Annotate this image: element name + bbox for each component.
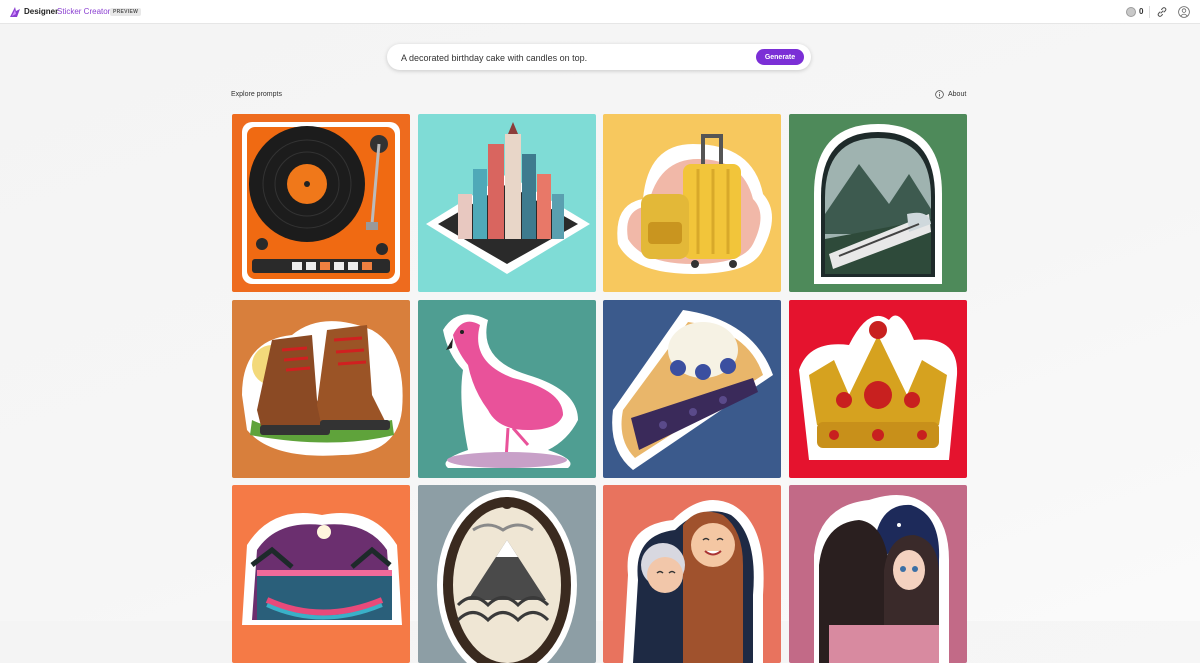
about-link[interactable]: About: [935, 90, 966, 99]
blueberry-pie-sticker-image: [603, 300, 781, 478]
boost-coin-icon[interactable]: [1126, 7, 1136, 17]
share-link-icon[interactable]: [1156, 6, 1168, 18]
sticker-tile-crown[interactable]: [789, 300, 967, 478]
sticker-tile-hammock-sunset[interactable]: [232, 485, 410, 663]
divider: [1149, 6, 1150, 18]
turntable-sticker-image: [232, 114, 410, 292]
boost-count: 0: [1139, 7, 1144, 16]
info-icon: [935, 90, 944, 99]
hiking-boots-sticker-image: [232, 300, 410, 478]
isometric-city-sticker-image: [418, 114, 596, 292]
preview-badge: PREVIEW: [110, 8, 142, 16]
sticker-tile-mountain-wave-medallion[interactable]: [418, 485, 596, 663]
mountain-train-sticker-image: [789, 114, 967, 292]
prompt-bar: Generate: [387, 44, 811, 72]
top-bar: Designer Sticker Creator PREVIEW 0: [0, 0, 1200, 24]
hammock-sunset-sticker-image: [232, 485, 410, 663]
product-name[interactable]: Sticker Creator: [57, 7, 110, 16]
sticker-tile-turntable[interactable]: [232, 114, 410, 292]
luggage-sticker-image: [603, 114, 781, 292]
generate-button[interactable]: Generate: [756, 49, 804, 65]
sticker-tile-hiking-boots[interactable]: [232, 300, 410, 478]
prompt-input[interactable]: [399, 44, 743, 72]
sticker-tile-luggage[interactable]: [603, 114, 781, 292]
hugging-women-sticker-image: [603, 485, 781, 663]
user-account-icon[interactable]: [1178, 6, 1190, 18]
designer-logo-icon[interactable]: [8, 5, 22, 19]
sticker-gallery: [232, 114, 968, 663]
sticker-tile-isometric-city[interactable]: [418, 114, 596, 292]
about-label: About: [948, 91, 967, 98]
flamingo-sticker-image: [418, 300, 596, 478]
sticker-tile-hugging-women[interactable]: [603, 485, 781, 663]
crown-sticker-image: [789, 300, 967, 478]
sticker-tile-mountain-train[interactable]: [789, 114, 967, 292]
sticker-tile-blueberry-pie[interactable]: [603, 300, 781, 478]
sticker-tile-anime-girls[interactable]: [789, 485, 967, 663]
sticker-tile-flamingo[interactable]: [418, 300, 596, 478]
mountain-wave-medallion-sticker-image: [418, 485, 596, 663]
brand-name[interactable]: Designer: [24, 7, 58, 16]
anime-girls-sticker-image: [789, 485, 967, 663]
explore-prompts-heading: Explore prompts: [231, 91, 282, 98]
